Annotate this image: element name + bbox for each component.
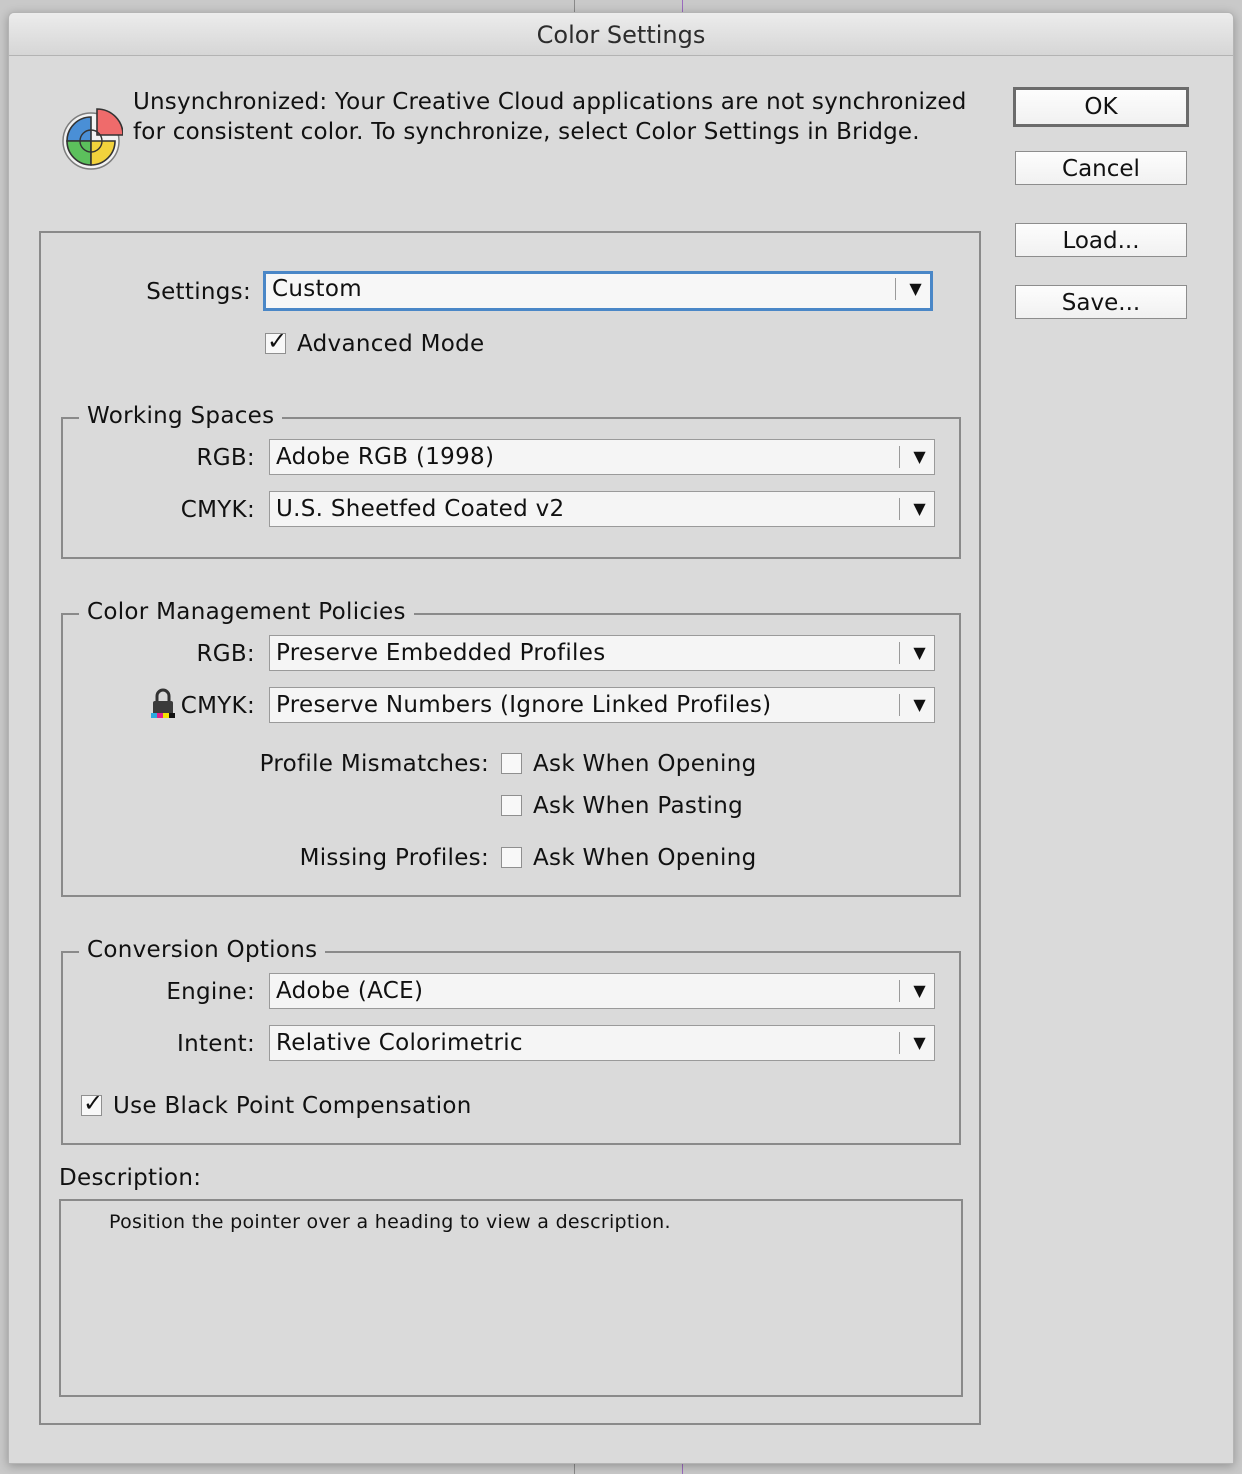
working-rgb-dropdown[interactable]: Adobe RGB (1998) ▼ bbox=[269, 439, 935, 475]
description-label: Description: bbox=[59, 1165, 202, 1191]
dialog-title: Color Settings bbox=[536, 21, 706, 49]
engine-value: Adobe (ACE) bbox=[276, 978, 424, 1004]
chevron-down-icon: ▼ bbox=[913, 447, 926, 466]
intent-value: Relative Colorimetric bbox=[276, 1030, 523, 1056]
chevron-down-icon: ▼ bbox=[909, 279, 922, 298]
mismatch-ask-pasting-checkbox[interactable] bbox=[501, 795, 522, 816]
description-text: Position the pointer over a heading to v… bbox=[109, 1211, 671, 1233]
engine-label: Engine: bbox=[166, 979, 255, 1005]
black-point-compensation-checkbox[interactable]: ✓ bbox=[81, 1089, 103, 1117]
settings-label: Settings: bbox=[146, 279, 251, 305]
color-settings-dialog: Color Settings Unsynchronized: Your Crea… bbox=[8, 12, 1234, 1464]
advanced-mode-label[interactable]: Advanced Mode bbox=[297, 331, 484, 357]
ok-button[interactable]: OK bbox=[1013, 87, 1189, 127]
engine-dropdown[interactable]: Adobe (ACE) ▼ bbox=[269, 973, 935, 1009]
dropdown-separator bbox=[899, 498, 900, 520]
working-rgb-value: Adobe RGB (1998) bbox=[276, 444, 495, 470]
policy-rgb-dropdown[interactable]: Preserve Embedded Profiles ▼ bbox=[269, 635, 935, 671]
cancel-button[interactable]: Cancel bbox=[1015, 151, 1187, 185]
mismatch-ask-opening-checkbox[interactable] bbox=[501, 753, 522, 774]
dropdown-separator bbox=[899, 446, 900, 468]
save-button[interactable]: Save... bbox=[1015, 285, 1187, 319]
profile-mismatches-label: Profile Mismatches: bbox=[259, 751, 489, 777]
title-bar[interactable]: Color Settings bbox=[9, 13, 1233, 56]
missing-profiles-label: Missing Profiles: bbox=[299, 845, 489, 871]
conversion-options-heading[interactable]: Conversion Options bbox=[79, 937, 326, 963]
dropdown-separator bbox=[899, 694, 900, 716]
load-button[interactable]: Load... bbox=[1015, 223, 1187, 257]
dropdown-separator bbox=[895, 278, 896, 300]
mismatch-ask-pasting-label[interactable]: Ask When Pasting bbox=[533, 793, 743, 819]
advanced-mode-checkbox[interactable]: ✓ bbox=[265, 327, 287, 355]
policy-cmyk-value: Preserve Numbers (Ignore Linked Profiles… bbox=[276, 692, 772, 718]
working-spaces-heading[interactable]: Working Spaces bbox=[79, 403, 283, 429]
policy-cmyk-dropdown[interactable]: Preserve Numbers (Ignore Linked Profiles… bbox=[269, 687, 935, 723]
chevron-down-icon: ▼ bbox=[913, 499, 926, 518]
dropdown-separator bbox=[899, 980, 900, 1002]
mismatch-ask-opening-label[interactable]: Ask When Opening bbox=[533, 751, 757, 777]
working-cmyk-label: CMYK: bbox=[180, 497, 255, 523]
intent-label: Intent: bbox=[177, 1031, 255, 1057]
policy-rgb-label: RGB: bbox=[196, 641, 255, 667]
settings-dropdown[interactable]: Custom ▼ bbox=[263, 271, 933, 311]
chevron-down-icon: ▼ bbox=[913, 1033, 926, 1052]
missing-ask-opening-label[interactable]: Ask When Opening bbox=[533, 845, 757, 871]
dropdown-separator bbox=[899, 1032, 900, 1054]
policy-cmyk-label: CMYK: bbox=[180, 693, 255, 719]
chevron-down-icon: ▼ bbox=[913, 643, 926, 662]
policy-rgb-value: Preserve Embedded Profiles bbox=[276, 640, 606, 666]
settings-value: Custom bbox=[272, 276, 362, 302]
working-rgb-label: RGB: bbox=[196, 445, 255, 471]
dropdown-separator bbox=[899, 642, 900, 664]
chevron-down-icon: ▼ bbox=[913, 981, 926, 1000]
working-cmyk-value: U.S. Sheetfed Coated v2 bbox=[276, 496, 565, 522]
working-cmyk-dropdown[interactable]: U.S. Sheetfed Coated v2 ▼ bbox=[269, 491, 935, 527]
description-box: Position the pointer over a heading to v… bbox=[59, 1199, 963, 1397]
black-point-compensation-label[interactable]: Use Black Point Compensation bbox=[113, 1093, 472, 1119]
checkmark-icon: ✓ bbox=[267, 327, 288, 355]
chevron-down-icon: ▼ bbox=[913, 695, 926, 714]
color-management-policies-heading[interactable]: Color Management Policies bbox=[79, 599, 414, 625]
intent-dropdown[interactable]: Relative Colorimetric ▼ bbox=[269, 1025, 935, 1061]
checkmark-icon: ✓ bbox=[83, 1089, 104, 1117]
sync-warning-message: Unsynchronized: Your Creative Cloud appl… bbox=[133, 89, 967, 145]
missing-ask-opening-checkbox[interactable] bbox=[501, 847, 522, 868]
color-wheel-icon bbox=[62, 108, 123, 170]
